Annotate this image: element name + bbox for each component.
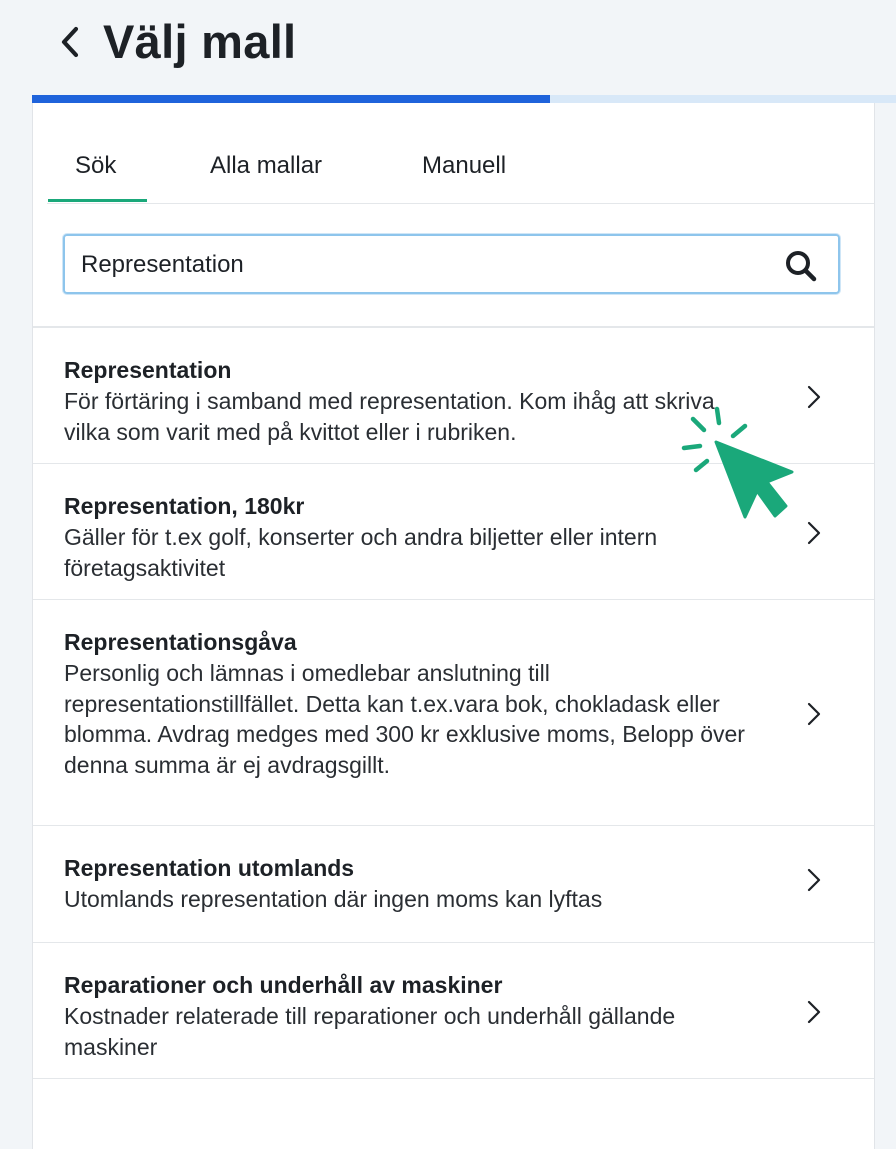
tab-bar: Sök Alla mallar Manuell: [47, 103, 874, 204]
progress-bar: [32, 95, 896, 103]
chevron-left-icon: [61, 26, 79, 58]
list-item[interactable]: Reparationer och underhåll av maskiner K…: [33, 943, 874, 1079]
list-item[interactable]: Representation För förtäring i samband m…: [33, 328, 874, 464]
chevron-right-icon: [807, 868, 821, 892]
list-item-description: Gäller för t.ex golf, konserter och andr…: [64, 524, 658, 581]
page-title: Välj mall: [103, 15, 297, 68]
chevron-right-icon: [807, 521, 821, 545]
list-item-description: Utomlands representation där ingen moms …: [64, 886, 603, 912]
search-icon[interactable]: [784, 250, 818, 282]
chevron-right-icon: [807, 1000, 821, 1024]
template-panel: Sök Alla mallar Manuell Representation F…: [32, 103, 875, 1149]
back-button[interactable]: [52, 20, 88, 64]
header: Välj mall: [0, 0, 896, 95]
list-item[interactable]: Representationsgåva Personlig och lämnas…: [33, 600, 874, 826]
progress-bar-fill: [32, 95, 551, 103]
list-item-description: För förtäring i samband med representati…: [64, 388, 715, 445]
search-field[interactable]: [63, 234, 840, 294]
list-item-title: Representationsgåva: [64, 629, 297, 655]
list-item[interactable]: Representation utomlands Utomlands repre…: [33, 826, 874, 943]
list-item-title: Representation: [64, 357, 232, 383]
list-item[interactable]: Representation, 180kr Gäller för t.ex go…: [33, 464, 874, 600]
tab-all-templates[interactable]: Alla mallar: [210, 151, 322, 181]
list-item-title: Representation, 180kr: [64, 493, 305, 519]
results-list: Representation För förtäring i samband m…: [33, 328, 874, 1079]
list-item-description: Personlig och lämnas i omedlebar anslutn…: [64, 660, 745, 778]
chevron-right-icon: [807, 385, 821, 409]
search-input[interactable]: [79, 236, 393, 294]
list-item-title: Representation utomlands: [64, 855, 355, 881]
tab-manual[interactable]: Manuell: [422, 151, 506, 181]
list-item-title: Reparationer och underhåll av maskiner: [64, 972, 503, 998]
active-tab-indicator: [48, 199, 147, 202]
tab-search[interactable]: Sök: [75, 151, 116, 181]
list-item-description: Kostnader relaterade till reparationer o…: [64, 1003, 676, 1060]
chevron-right-icon: [807, 702, 821, 726]
